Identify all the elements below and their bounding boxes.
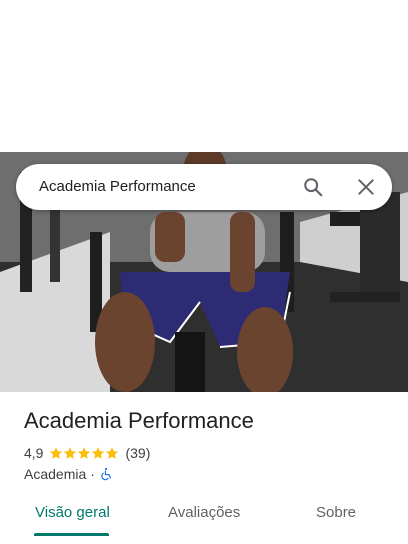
reviews-count[interactable]: (39) (125, 445, 150, 461)
place-tabs: Visão geral Avaliações Sobre (0, 496, 408, 536)
search-icon[interactable] (302, 176, 324, 198)
star-icon (64, 447, 77, 459)
rating-row[interactable]: 4,9 (39) (24, 444, 150, 462)
place-category: Academia (24, 466, 87, 482)
search-query[interactable]: Academia Performance (39, 178, 196, 195)
tab-overview[interactable]: Visão geral (35, 504, 110, 521)
close-icon[interactable] (356, 177, 376, 197)
star-icon (78, 447, 91, 459)
rating-value: 4,9 (24, 445, 44, 461)
search-bar[interactable]: Academia Performance (16, 164, 392, 210)
star-icon (92, 447, 105, 459)
star-icon (50, 447, 63, 459)
category-row: Academia · (24, 465, 113, 483)
tab-about[interactable]: Sobre (316, 504, 356, 521)
separator: · (90, 466, 95, 482)
place-name: Academia Performance (24, 408, 254, 433)
tab-reviews[interactable]: Avaliações (168, 504, 240, 521)
star-icon (106, 447, 119, 459)
active-tab-indicator (34, 533, 109, 536)
star-rating (49, 446, 119, 460)
wheelchair-icon (101, 467, 111, 481)
